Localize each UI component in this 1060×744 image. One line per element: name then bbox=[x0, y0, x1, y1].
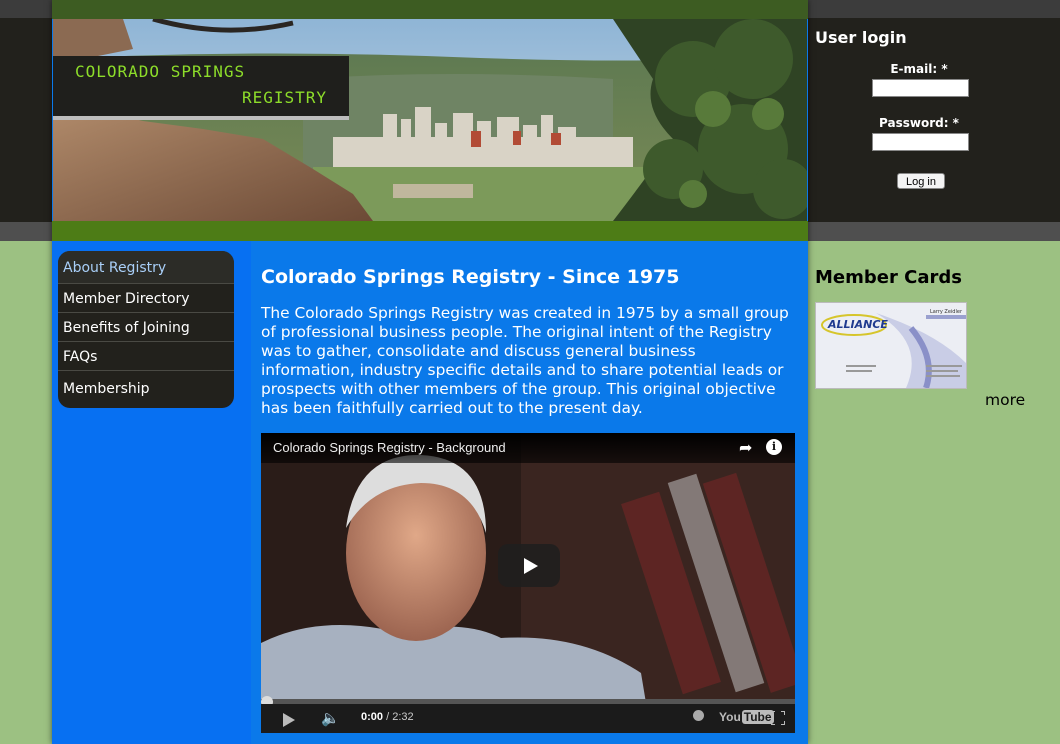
nav-item-benefits-of-joining[interactable]: Benefits of Joining bbox=[58, 313, 234, 342]
video-title-bar: Colorado Springs Registry - Background ➦… bbox=[261, 433, 795, 463]
header-banner-image: COLORADO SPRINGS REGISTRY bbox=[53, 19, 807, 221]
control-play-icon[interactable] bbox=[283, 713, 295, 727]
main-navigation-menu: About Registry Member Directory Benefits… bbox=[58, 251, 234, 408]
nav-item-faqs[interactable]: FAQs bbox=[58, 342, 234, 371]
login-title: User login bbox=[815, 28, 907, 47]
header-bottom-bar bbox=[52, 221, 808, 241]
volume-icon[interactable]: 🔈 bbox=[321, 709, 340, 727]
nav-item-membership[interactable]: Membership bbox=[58, 371, 234, 408]
main-page: COLORADO SPRINGS REGISTRY About Registry… bbox=[52, 0, 808, 744]
log-in-button[interactable]: Log in bbox=[897, 173, 945, 189]
left-sidebar: About Registry Member Directory Benefits… bbox=[52, 241, 251, 744]
video-control-bar: 🔈 0:00 / 2:32 You Tube bbox=[261, 704, 795, 733]
fullscreen-icon[interactable] bbox=[771, 711, 785, 725]
video-current-time: 0:00 bbox=[361, 711, 384, 723]
password-label: Password: * bbox=[879, 116, 959, 130]
info-icon[interactable]: i bbox=[766, 439, 782, 455]
site-logo[interactable]: COLORADO SPRINGS REGISTRY bbox=[53, 56, 349, 120]
video-duration: / 2:32 bbox=[386, 711, 414, 723]
play-button[interactable] bbox=[498, 544, 560, 587]
email-label: E-mail: * bbox=[890, 62, 948, 76]
card-brand-text: ALLIANCE bbox=[827, 318, 888, 331]
business-card-graphic: ALLIANCE Larry Zeidler bbox=[816, 303, 966, 388]
nav-item-about-registry[interactable]: About Registry bbox=[58, 251, 234, 284]
card-name-text: Larry Zeidler bbox=[930, 309, 963, 315]
more-member-cards-link[interactable]: more bbox=[985, 391, 1025, 409]
nav-item-member-directory[interactable]: Member Directory bbox=[58, 284, 234, 313]
header-top-bar bbox=[52, 0, 808, 19]
banner-landscape bbox=[53, 19, 807, 221]
youtube-logo-tube: Tube bbox=[741, 710, 774, 724]
youtube-logo[interactable]: You Tube bbox=[719, 710, 774, 724]
video-time: 0:00 / 2:32 bbox=[361, 711, 414, 723]
intro-paragraph: The Colorado Springs Registry was create… bbox=[261, 304, 789, 417]
youtube-logo-you: You bbox=[719, 710, 741, 724]
logo-text-line-2: REGISTRY bbox=[241, 88, 327, 107]
logo-text-line-1: COLORADO SPRINGS bbox=[75, 62, 246, 81]
video-player[interactable]: Colorado Springs Registry - Background ➦… bbox=[261, 433, 795, 733]
member-cards-title: Member Cards bbox=[815, 267, 962, 288]
email-field[interactable] bbox=[872, 79, 969, 97]
member-card-image[interactable]: ALLIANCE Larry Zeidler bbox=[815, 302, 967, 389]
share-icon[interactable]: ➦ bbox=[739, 438, 752, 457]
password-field[interactable] bbox=[872, 133, 969, 151]
watch-later-icon[interactable] bbox=[693, 710, 704, 721]
video-title[interactable]: Colorado Springs Registry - Background bbox=[273, 440, 506, 455]
page-title: Colorado Springs Registry - Since 1975 bbox=[261, 266, 680, 288]
